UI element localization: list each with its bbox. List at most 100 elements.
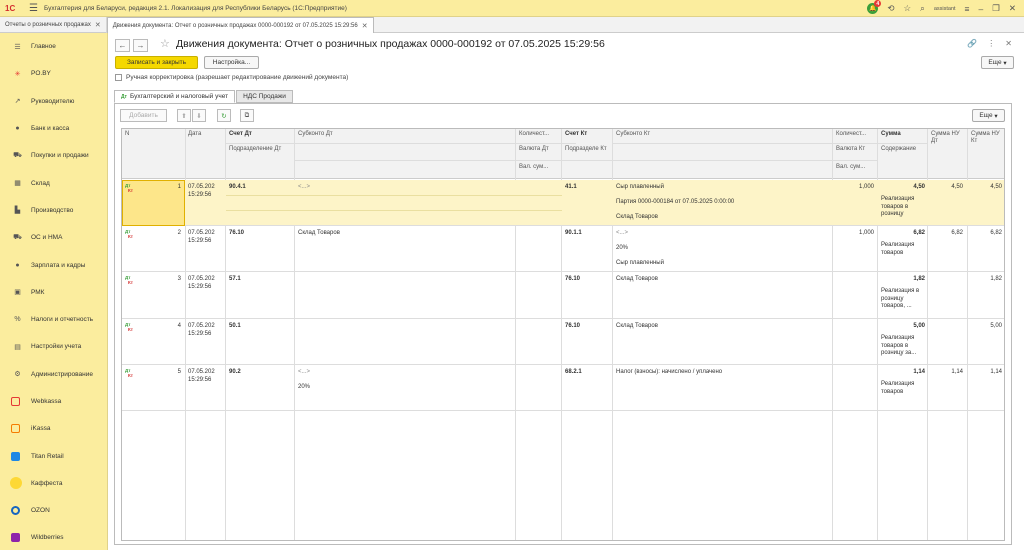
col-sum-nu-kt[interactable]: Сумма НУ Кт xyxy=(968,129,1004,147)
sidebar-item-webkassa[interactable]: Webkassa xyxy=(0,388,107,415)
row-subconto-kt-3[interactable]: Склад Товаров xyxy=(613,214,661,222)
link-icon[interactable]: 🔗 xyxy=(967,39,977,48)
row-content[interactable]: Реализация товаров в розницу за... xyxy=(878,335,928,358)
row-acc-kt[interactable]: 68.2.1 xyxy=(562,369,585,377)
row-acc-dt[interactable]: 50.1 xyxy=(226,323,244,331)
row-sum-nu-kt[interactable]: 1,82 xyxy=(968,276,1004,284)
row-sum-nu-dt[interactable]: 6,82 xyxy=(928,230,966,238)
row-subconto-kt-2[interactable]: 20% xyxy=(613,245,631,253)
row-subconto-kt-3[interactable]: Сыр плавленный xyxy=(613,260,667,268)
col-acc-dt[interactable]: Счет Дт xyxy=(226,129,255,140)
row-subconto-kt-1[interactable]: <...> xyxy=(613,230,631,238)
tab-vat-sales[interactable]: НДС Продажи xyxy=(236,90,293,103)
more-button[interactable]: Еще ▾ xyxy=(981,56,1014,69)
sidebar-item-ikassa[interactable]: iKassa xyxy=(0,415,107,442)
sidebar-item-titan[interactable]: Titan Retail xyxy=(0,442,107,469)
tab-document-movements[interactable]: Движения документа: Отчет о розничных пр… xyxy=(106,17,374,33)
row-acc-dt[interactable]: 90.2 xyxy=(226,369,244,377)
row-content[interactable]: Реализация товаров в розницу xyxy=(878,196,928,219)
row-acc-dt[interactable]: 90.4.1 xyxy=(226,184,249,192)
sidebar-item-salary[interactable]: ● Зарплата и кадры xyxy=(0,251,107,278)
tab-retail-reports[interactable]: Отчеты о розничных продажах ✕ xyxy=(0,17,107,33)
settings-button[interactable]: Настройка... xyxy=(204,56,259,69)
sidebar-item-accounting-settings[interactable]: ▤ Настройки учета xyxy=(0,333,107,360)
sidebar-item-manager[interactable]: ↗ Руководителю xyxy=(0,88,107,115)
history-icon[interactable]: ⟲ xyxy=(887,3,894,14)
row-sum-nu-kt[interactable]: 6,82 xyxy=(968,230,1004,238)
row-subconto-kt-1[interactable]: Склад Товаров xyxy=(613,276,661,284)
col-qty-dt[interactable]: Количест... xyxy=(516,129,552,140)
row-acc-dt[interactable]: 57.1 xyxy=(226,276,244,284)
row-acc-kt[interactable]: 41.1 xyxy=(562,184,580,192)
col-qty-kt[interactable]: Количест... xyxy=(833,129,869,140)
sidebar-item-sales[interactable]: ⛟ Покупки и продажи xyxy=(0,142,107,169)
refresh-icon[interactable]: ↻ xyxy=(217,109,231,122)
copy-icon[interactable]: ⧉ xyxy=(240,109,254,122)
col-valsum-kt[interactable]: Вал. сум... xyxy=(833,162,868,173)
col-subconto-kt[interactable]: Субконто Кт xyxy=(613,129,653,140)
sidebar-item-warehouse[interactable]: ▦ Склад xyxy=(0,169,107,196)
row-sum[interactable]: 1,14 xyxy=(878,369,928,377)
row-subconto-dt-1[interactable]: <...> xyxy=(295,369,313,377)
close-form-icon[interactable]: ✕ xyxy=(1005,39,1012,48)
row-sum-nu-kt[interactable]: 4,50 xyxy=(968,184,1004,192)
tab-accounting[interactable]: Дт Бухгалтерский и налоговый учет xyxy=(114,90,236,103)
sidebar-item-kaffesta[interactable]: Каффеста xyxy=(0,470,107,497)
col-subconto-dt[interactable]: Субконто Дт xyxy=(295,129,336,140)
move-down-icon[interactable]: ⬇ xyxy=(192,109,206,122)
col-subdiv-kt[interactable]: Подразделе Кт xyxy=(562,144,612,155)
table-row[interactable]: Дт Кт 3 07.05.202 15:29:56 57.1 76.10 Скл… xyxy=(122,272,1004,319)
settings-menu-icon[interactable]: ≡ xyxy=(965,4,970,14)
back-arrow-icon[interactable]: ← xyxy=(115,39,130,52)
col-date[interactable]: Дата xyxy=(185,129,204,140)
col-valsum-dt[interactable]: Вал. сум... xyxy=(516,162,551,173)
row-qty-kt[interactable]: 1,000 xyxy=(833,230,877,238)
sidebar-item-taxes[interactable]: % Налоги и отчетность xyxy=(0,306,107,333)
table-row[interactable]: Дт Кт 4 07.05.202 15:29:56 50.1 76.10 Скл… xyxy=(122,319,1004,365)
col-sum[interactable]: Сумма xyxy=(878,129,904,140)
more-vertical-icon[interactable]: ⋮ xyxy=(987,39,995,48)
col-currency-kt[interactable]: Валюта Кт xyxy=(833,144,868,155)
minimize-icon[interactable]: – xyxy=(979,4,984,14)
col-sum-nu-dt[interactable]: Сумма НУ Дт xyxy=(928,129,966,147)
row-sum-nu-dt[interactable]: 4,50 xyxy=(928,184,966,192)
row-subconto-dt-1[interactable]: <...> xyxy=(295,184,313,192)
favorites-star-icon[interactable]: ☆ xyxy=(903,3,911,14)
row-sum[interactable]: 6,82 xyxy=(878,230,928,238)
manual-correction-checkbox[interactable] xyxy=(115,74,122,81)
row-acc-kt[interactable]: 76.10 xyxy=(562,276,583,284)
sidebar-item-ozon[interactable]: OZON xyxy=(0,497,107,524)
table-row[interactable]: Дт Кт 5 07.05.202 15:29:56 90.2 <...> 20%… xyxy=(122,365,1004,411)
row-qty-kt[interactable]: 1,000 xyxy=(833,184,877,192)
sidebar-item-bank[interactable]: ● Банк и касса xyxy=(0,115,107,142)
row-acc-kt[interactable]: 76.10 xyxy=(562,323,583,331)
row-subconto-kt-1[interactable]: Налог (взносы): начислено / уплачено xyxy=(613,369,725,377)
row-sum-nu-kt[interactable]: 5,00 xyxy=(968,323,1004,331)
col-n[interactable]: N xyxy=(122,129,132,140)
col-subdiv-dt[interactable]: Подразделение Дт xyxy=(226,144,296,155)
row-subconto-dt-1[interactable]: Склад Товаров xyxy=(295,230,343,238)
close-tab-icon[interactable]: ✕ xyxy=(362,22,368,30)
row-acc-dt[interactable]: 76.10 xyxy=(226,230,247,238)
restore-icon[interactable]: ❐ xyxy=(992,3,1000,14)
notifications-icon[interactable]: 🔔 4 xyxy=(867,0,882,14)
row-sum[interactable]: 4,50 xyxy=(878,184,928,192)
row-sum[interactable]: 5,00 xyxy=(878,323,928,331)
sidebar-item-wildberries[interactable]: Wildberries xyxy=(0,524,107,550)
col-acc-kt[interactable]: Счет Кт xyxy=(562,129,590,140)
row-acc-kt[interactable]: 90.1.1 xyxy=(562,230,585,238)
row-sum-nu-kt[interactable]: 1,14 xyxy=(968,369,1004,377)
sidebar-item-assets[interactable]: ⛟ ОС и НМА xyxy=(0,224,107,251)
forward-arrow-icon[interactable]: → xyxy=(133,39,148,52)
row-content[interactable]: Реализация товаров xyxy=(878,381,928,396)
sidebar-item-poby[interactable]: ✳ PO.BY xyxy=(0,60,107,87)
sidebar-item-rmk[interactable]: ▣ РМК xyxy=(0,279,107,306)
row-subconto-dt-2[interactable]: 20% xyxy=(295,384,313,392)
sidebar-item-admin[interactable]: ⚙ Администрирование xyxy=(0,361,107,388)
table-more-button[interactable]: Еще ▾ xyxy=(972,109,1005,122)
col-currency-dt[interactable]: Валюта Дт xyxy=(516,144,552,155)
col-content[interactable]: Содержание xyxy=(878,144,919,155)
row-content[interactable]: Реализация товаров xyxy=(878,242,928,257)
sidebar-item-main[interactable]: ☰ Главное xyxy=(0,33,107,60)
row-subconto-kt-1[interactable]: Склад Товаров xyxy=(613,323,661,331)
